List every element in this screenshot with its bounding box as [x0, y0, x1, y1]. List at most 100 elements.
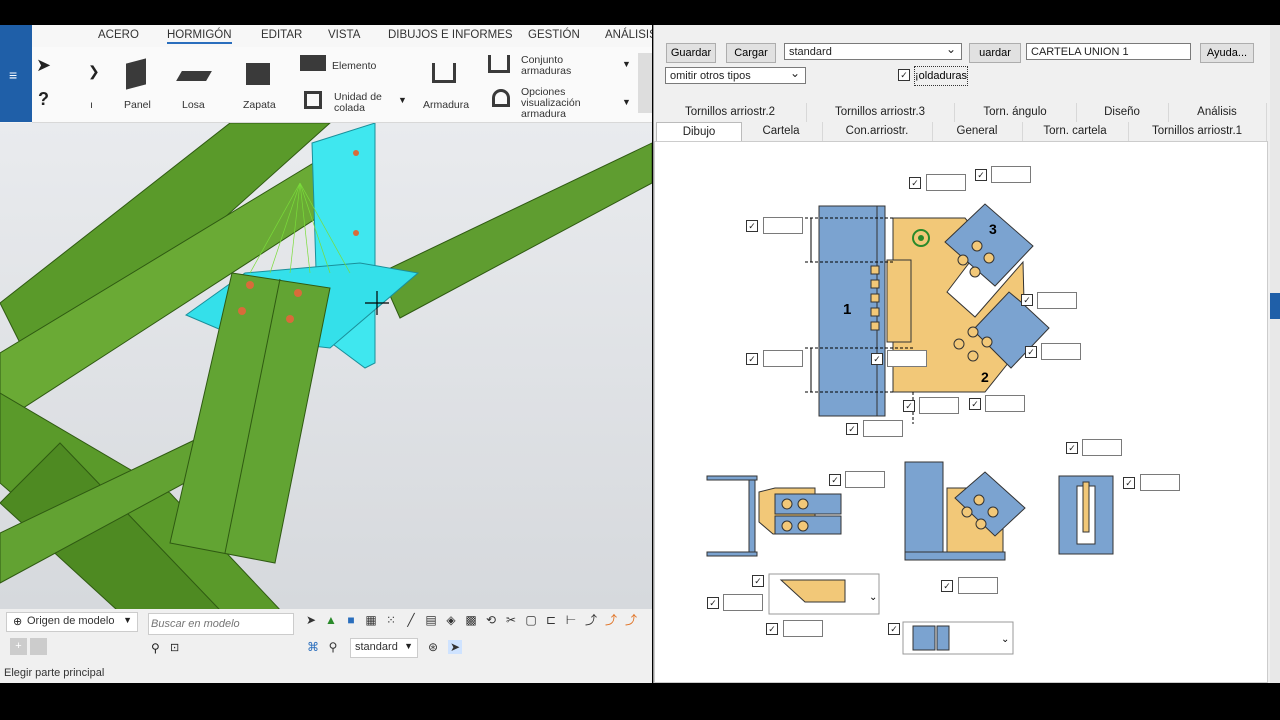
rebar-label[interactable]: Armadura	[423, 100, 469, 111]
zoom-icon[interactable]: ⊡	[170, 641, 179, 654]
menu-acero[interactable]: ACERO	[98, 29, 139, 41]
check-top-1[interactable]: ✓	[909, 177, 921, 189]
input-detail-mid[interactable]	[958, 577, 998, 594]
menu-editar[interactable]: EDITAR	[261, 29, 302, 41]
select-object-icon[interactable]: ■	[344, 613, 358, 627]
check-left-upper[interactable]: ✓	[746, 220, 758, 232]
input-detail-right[interactable]	[1140, 474, 1180, 491]
check-mid[interactable]: ✓	[871, 353, 883, 365]
welds-label[interactable]: ¡oldaduras	[914, 66, 968, 86]
check-weld-1[interactable]: ✓	[752, 575, 764, 587]
tab-dibujo[interactable]: Dibujo	[656, 122, 742, 143]
panel-icon[interactable]	[126, 58, 146, 90]
tab-diseno[interactable]: Diseño	[1076, 103, 1169, 122]
help-button[interactable]: Ayuda...	[1200, 43, 1254, 63]
preset-select[interactable]: standard	[784, 43, 962, 60]
tab-con-arriostr[interactable]: Con.arriostr.	[822, 122, 933, 141]
check-right-upper[interactable]: ✓	[1021, 294, 1033, 306]
check-left-lower[interactable]: ✓	[746, 353, 758, 365]
select-cut-icon[interactable]: ✂	[504, 613, 518, 627]
tab-tornillos-arriostr-3[interactable]: Tornillos arriostr.3	[806, 103, 955, 122]
hamburger-icon[interactable]: ≡	[9, 67, 17, 83]
element-label[interactable]: Elemento	[332, 61, 376, 72]
rebar-view-label-3[interactable]: armadura	[521, 109, 566, 120]
rebar-view-icon[interactable]	[492, 89, 510, 107]
tab-torn-cartela[interactable]: Torn. cartela	[1022, 122, 1129, 141]
tab-tornillos-arriostr-2[interactable]: Tornillos arriostr.2	[654, 103, 807, 122]
menu-dibujos-informes[interactable]: DIBUJOS E INFORMES	[388, 29, 513, 41]
search-icon[interactable]: ⚲	[151, 641, 160, 655]
slab-label[interactable]: Losa	[182, 100, 205, 111]
input-right-lower[interactable]	[1041, 343, 1081, 360]
pointer-icon[interactable]: ➤	[448, 640, 462, 654]
save-button[interactable]: Guardar	[666, 43, 716, 63]
input-right-upper[interactable]	[1037, 292, 1077, 309]
footing-icon[interactable]	[246, 63, 270, 85]
input-left-upper[interactable]	[763, 217, 803, 234]
input-top-1[interactable]	[926, 174, 966, 191]
ribbon-overflow[interactable]	[638, 53, 652, 113]
rebar-set-icon[interactable]	[488, 55, 510, 73]
snap-icon[interactable]: ⤴	[584, 613, 598, 627]
tab-cartela[interactable]: Cartela	[740, 122, 823, 141]
rebar-set-dropdown-icon[interactable]: ▼	[622, 59, 631, 69]
origin-dropdown[interactable]: ⊕ Origen de modelo ▼	[6, 612, 138, 632]
panel-label[interactable]: Panel	[124, 100, 151, 111]
element-icon[interactable]	[300, 55, 326, 71]
rebar-icon[interactable]	[432, 63, 456, 83]
rebar-view-dropdown-icon[interactable]: ▼	[622, 97, 631, 107]
omit-types-select[interactable]: omitir otros tipos	[665, 67, 806, 84]
menu-analisis[interactable]: ANÁLISIS	[605, 29, 652, 41]
input-top-2[interactable]	[991, 166, 1031, 183]
find-icon[interactable]: ⚲	[326, 640, 340, 654]
select-icon[interactable]: ➤	[304, 613, 318, 627]
input-left-lower[interactable]	[763, 350, 803, 367]
check-top-2[interactable]: ✓	[975, 169, 987, 181]
select-mesh-icon[interactable]: ▤	[424, 613, 438, 627]
select-arrow-icon[interactable]: ➤	[36, 55, 51, 76]
check-right-lower[interactable]: ✓	[1025, 346, 1037, 358]
pour-unit-dropdown-icon[interactable]: ▼	[398, 95, 407, 105]
input-weld-3[interactable]	[783, 620, 823, 637]
rebar-set-label-2[interactable]: armaduras	[521, 66, 571, 77]
check-bottom-2[interactable]: ✓	[969, 398, 981, 410]
search-input[interactable]	[148, 613, 294, 635]
pour-unit-icon[interactable]	[304, 91, 322, 109]
input-weld-2[interactable]	[723, 594, 763, 611]
select-cube-icon[interactable]: ◈	[444, 613, 458, 627]
menu-vista[interactable]: VISTA	[328, 29, 360, 41]
tab-general[interactable]: General	[932, 122, 1023, 141]
check-detail-right-top[interactable]: ✓	[1066, 442, 1078, 454]
input-detail-left[interactable]	[845, 471, 885, 488]
select-beam-icon[interactable]: ⊏	[544, 613, 558, 627]
check-weld-2[interactable]: ✓	[707, 597, 719, 609]
add-icon[interactable]: +	[10, 638, 27, 655]
save-as-button[interactable]: uardar con	[969, 43, 1021, 63]
input-mid[interactable]	[887, 350, 927, 367]
help-icon[interactable]: ?	[38, 89, 49, 110]
tab-analisis[interactable]: Análisis	[1168, 103, 1267, 122]
snap-plane-icon[interactable]: ⤴	[624, 613, 638, 627]
input-bottom-3[interactable]	[863, 420, 903, 437]
check-bottom-3[interactable]: ✓	[846, 423, 858, 435]
tab-tornillos-arriostr-1[interactable]: Tornillos arriostr.1	[1128, 122, 1267, 141]
input-bottom-2[interactable]	[985, 395, 1025, 412]
snap-orange-icon[interactable]: ⤴	[604, 613, 618, 627]
delete-icon[interactable]	[30, 638, 47, 655]
render-icon[interactable]: ⊛	[426, 640, 440, 654]
slab-icon[interactable]	[176, 71, 212, 81]
select-grid-icon[interactable]: ▦	[364, 613, 378, 627]
scrollbar-thumb[interactable]	[1270, 293, 1280, 319]
load-button[interactable]: Cargar	[726, 43, 776, 63]
check-detail-mid[interactable]: ✓	[941, 580, 953, 592]
save-as-name-input[interactable]: CARTELA UNION 1	[1026, 43, 1191, 60]
check-weld-3[interactable]: ✓	[766, 623, 778, 635]
input-bottom-1[interactable]	[919, 397, 959, 414]
select-plate-icon[interactable]: ⊢	[564, 613, 578, 627]
check-bottom-1[interactable]: ✓	[903, 400, 915, 412]
select-line-icon[interactable]: ╱	[404, 613, 418, 627]
check-detail-right[interactable]: ✓	[1123, 477, 1135, 489]
cluster-icon[interactable]: ⌘	[306, 640, 320, 654]
pour-unit-label-2[interactable]: colada	[334, 103, 365, 114]
footing-label[interactable]: Zapata	[243, 100, 276, 111]
